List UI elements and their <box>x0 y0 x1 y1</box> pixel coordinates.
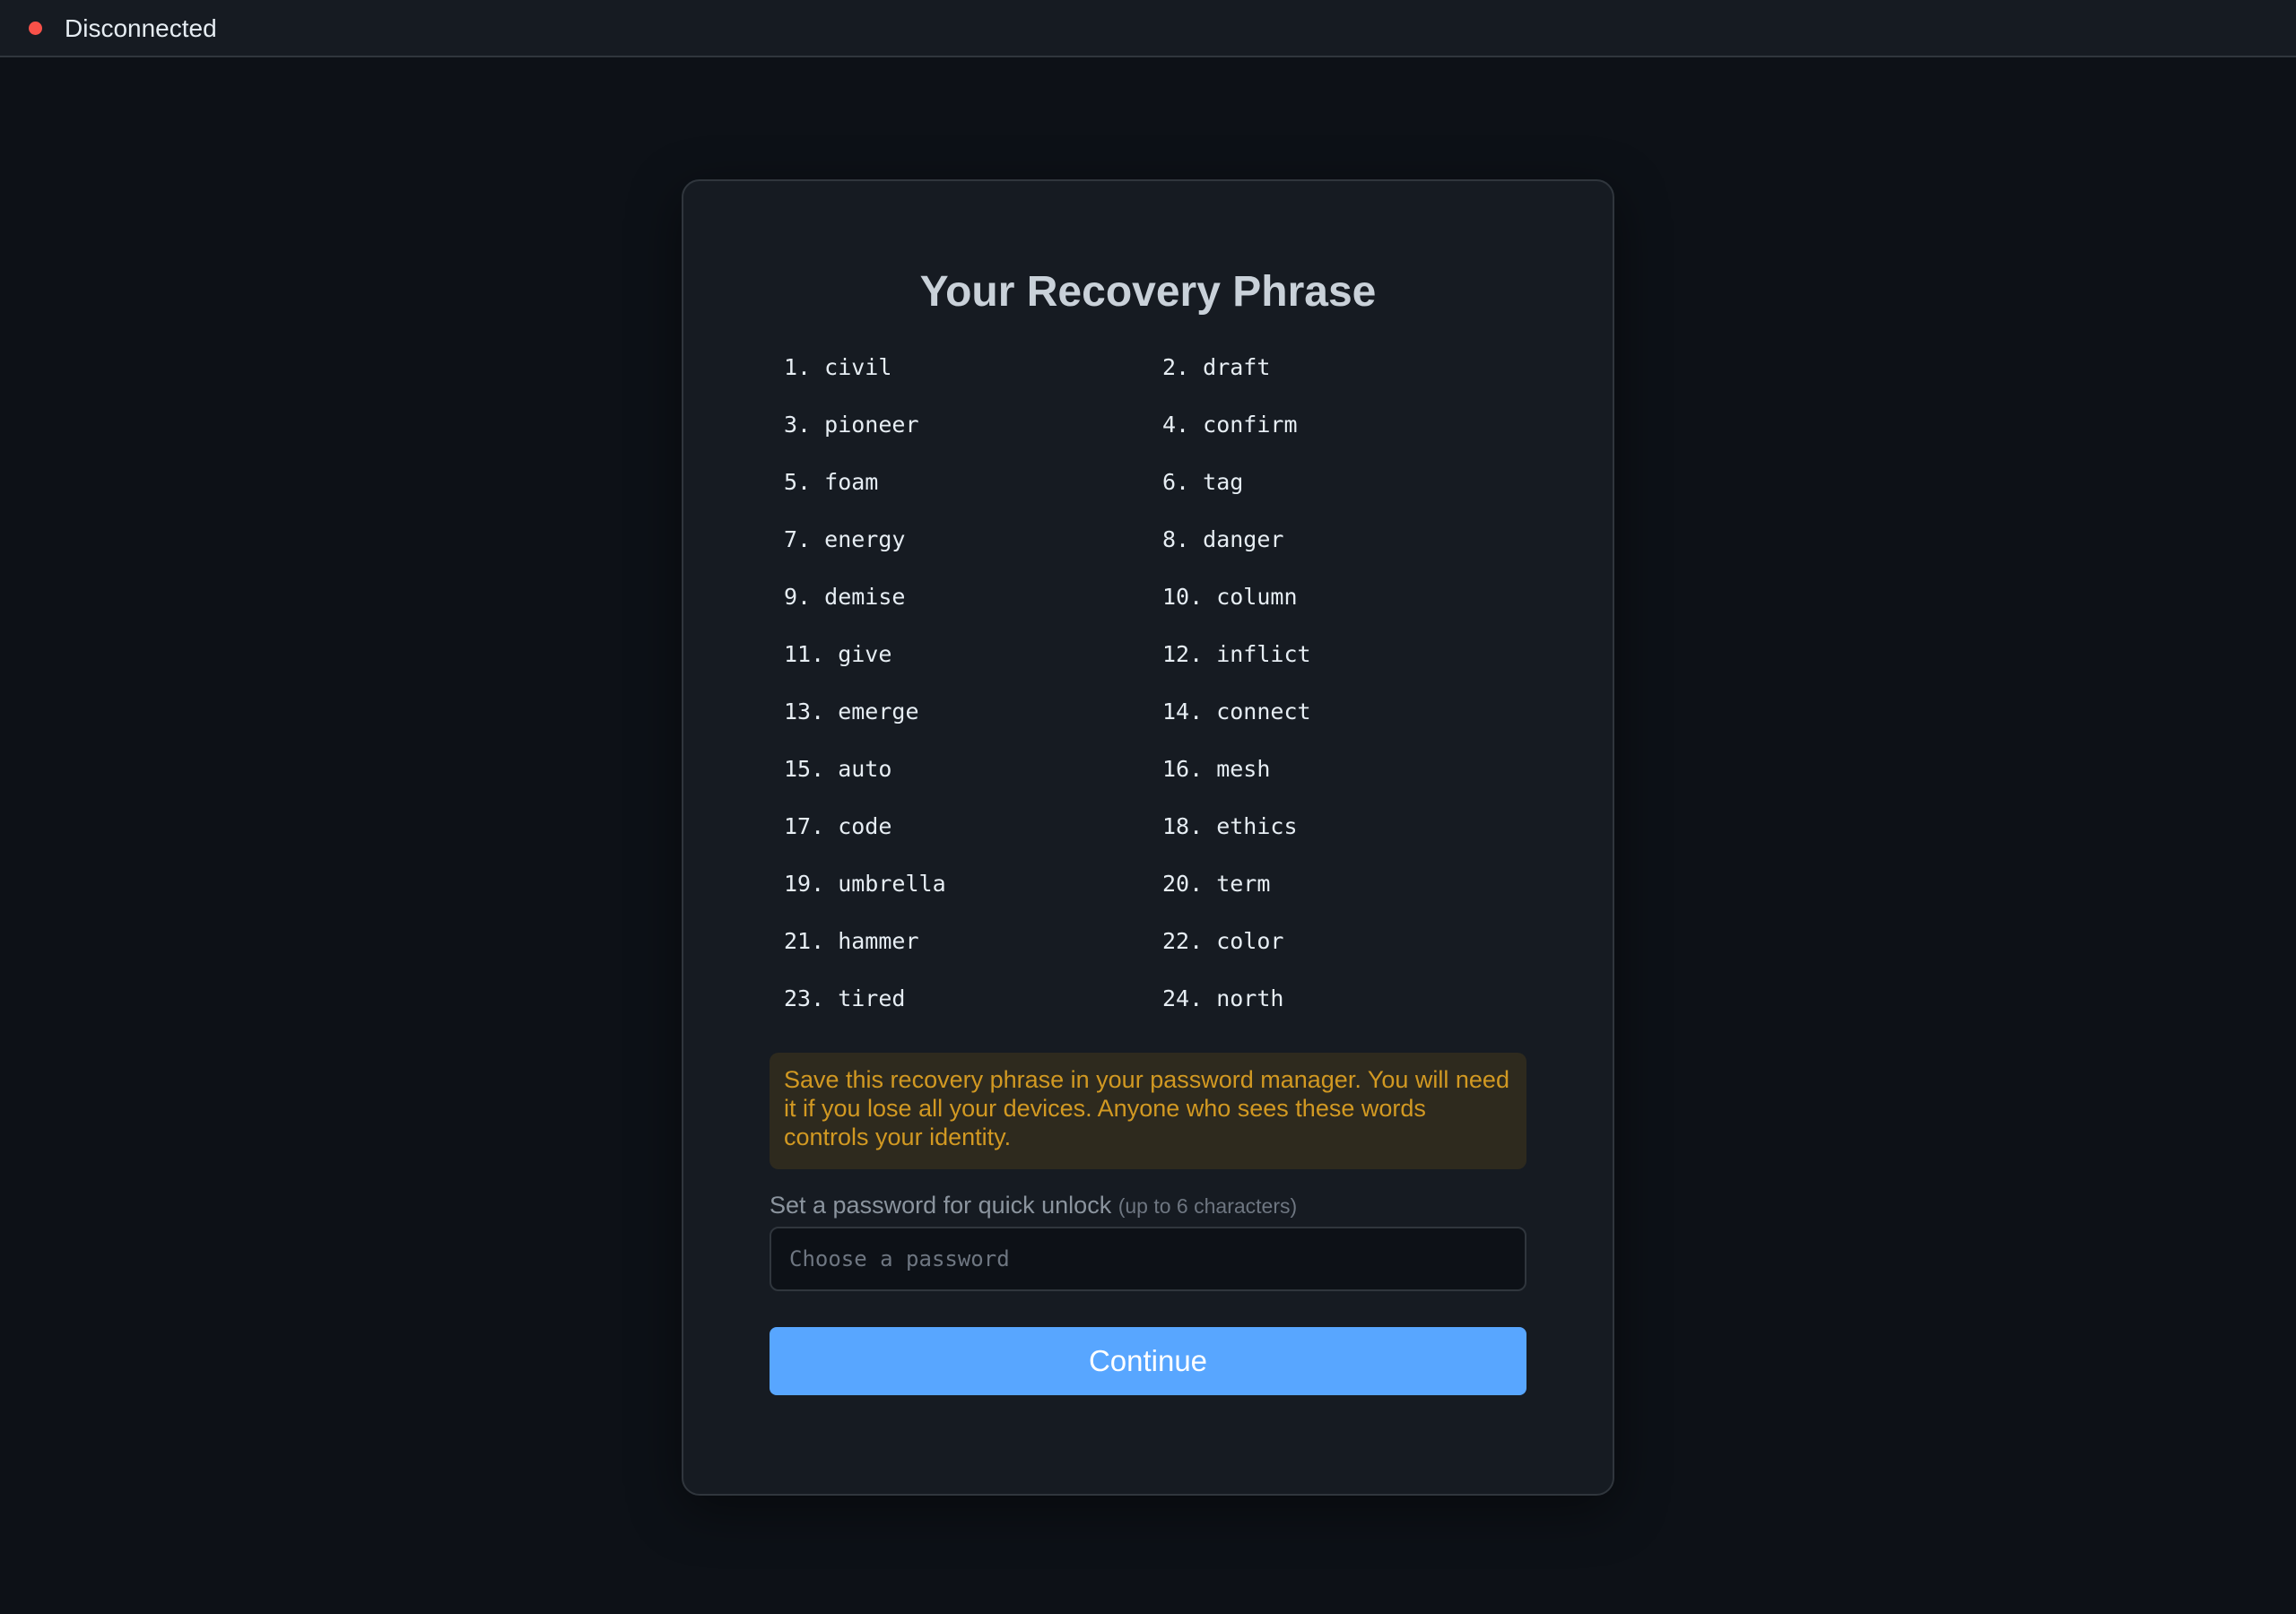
recovery-word-item: 24. north <box>1162 985 1284 1011</box>
warning-message: Save this recovery phrase in your passwo… <box>770 1053 1526 1169</box>
password-hint: (up to 6 characters) <box>1118 1194 1298 1218</box>
recovery-word-item: 16. mesh <box>1162 756 1271 782</box>
recovery-word-item: 11. give <box>784 641 892 667</box>
continue-button[interactable]: Continue <box>770 1327 1526 1395</box>
recovery-word-item: 19. umbrella <box>784 871 946 897</box>
password-label: Set a password for quick unlock (up to 6… <box>770 1187 1297 1224</box>
recovery-word-item: 10. column <box>1162 584 1298 610</box>
recovery-word-item: 22. color <box>1162 928 1284 954</box>
recovery-word-item: 9. demise <box>784 584 906 610</box>
status-dot-icon <box>29 22 42 35</box>
recovery-word-item: 3. pioneer <box>784 412 919 438</box>
recovery-word-item: 2. draft <box>1162 354 1271 380</box>
recovery-word-item: 18. ethics <box>1162 813 1298 839</box>
connection-status-text: Disconnected <box>65 14 217 42</box>
recovery-word-item: 12. inflict <box>1162 641 1311 667</box>
recovery-word-item: 17. code <box>784 813 892 839</box>
recovery-word-item: 5. foam <box>784 469 879 495</box>
recovery-word-item: 4. confirm <box>1162 412 1298 438</box>
recovery-word-item: 20. term <box>1162 871 1271 897</box>
recovery-word-item: 15. auto <box>784 756 892 782</box>
page-title: Your Recovery Phrase <box>919 268 1377 316</box>
recovery-word-item: 6. tag <box>1162 469 1244 495</box>
password-input[interactable] <box>770 1227 1526 1291</box>
recovery-word-item: 7. energy <box>784 526 906 552</box>
recovery-phrase-card: Your Recovery Phrase 1. civil 2. draft 3. … <box>682 179 1614 1496</box>
recovery-word-item: 21. hammer <box>784 928 919 954</box>
recovery-word-item: 8. danger <box>1162 526 1284 552</box>
recovery-word-item: 13. emerge <box>784 699 919 725</box>
recovery-word-item: 23. tired <box>784 985 906 1011</box>
recovery-word-item: 14. connect <box>1162 699 1311 725</box>
password-label-text: Set a password for quick unlock <box>770 1192 1112 1219</box>
connection-status-bar: Disconnected <box>0 0 2296 57</box>
recovery-word-item: 1. civil <box>784 354 892 380</box>
